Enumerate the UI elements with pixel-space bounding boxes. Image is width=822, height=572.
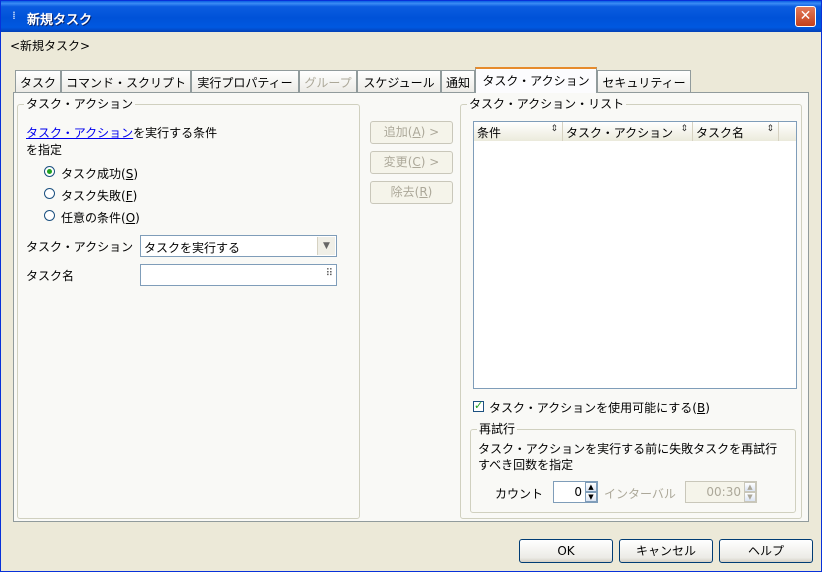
action-select-value: タスクを実行する xyxy=(144,241,241,255)
tab-execution-properties[interactable]: 実行プロパティー xyxy=(191,70,299,92)
dialog-window: ⁞ 新規タスク ✕ <新規タスク> タスク コマンド・スクリプト 実行プロパティ… xyxy=(0,0,822,572)
action-label: タスク・アクション xyxy=(26,240,134,254)
spin-down-icon[interactable]: ▼ xyxy=(585,492,597,502)
radio-task-failure-control[interactable] xyxy=(44,188,55,199)
sort-icon: ⇕ xyxy=(766,124,774,134)
interval-spinner-buttons[interactable]: ▲ ▼ xyxy=(744,482,756,504)
retry-group: 再試行 タスク・アクションを実行する前に失敗タスクを再試行 すべき回数を指定 カ… xyxy=(470,422,796,513)
action-select[interactable]: タスクを実行する ▼ xyxy=(140,235,337,257)
sort-icon: ⇕ xyxy=(680,124,688,134)
spin-up-icon[interactable]: ▲ xyxy=(585,482,597,492)
spin-down-icon[interactable]: ▼ xyxy=(744,492,756,502)
add-button[interactable]: 追加(A) > xyxy=(370,121,453,144)
task-name-input[interactable]: ⠿ xyxy=(140,264,337,286)
tab-schedule[interactable]: スケジュール xyxy=(357,70,441,92)
browse-icon[interactable]: ⠿ xyxy=(326,268,333,279)
tab-group[interactable]: グループ xyxy=(299,70,357,92)
close-icon: ✕ xyxy=(799,8,812,24)
enable-task-action-check[interactable] xyxy=(473,399,484,412)
tab-task-action[interactable]: タスク・アクション xyxy=(475,67,597,93)
task-action-group-legend: タスク・アクション xyxy=(24,97,136,111)
tab-task[interactable]: タスク xyxy=(15,70,61,92)
tab-notification[interactable]: 通知 xyxy=(441,70,475,92)
interval-label: インターバル xyxy=(604,487,676,501)
tab-command-script[interactable]: コマンド・スクリプト xyxy=(61,70,191,92)
column-header-condition[interactable]: 条件 ⇕ xyxy=(474,122,563,141)
remove-button[interactable]: 除去(R) xyxy=(370,181,453,204)
sort-icon: ⇕ xyxy=(550,124,558,134)
change-button[interactable]: 変更(C) > xyxy=(370,151,453,174)
chevron-down-icon[interactable]: ▼ xyxy=(317,237,335,255)
task-action-help-link[interactable]: タスク・アクション xyxy=(26,126,133,140)
spin-up-icon[interactable]: ▲ xyxy=(744,482,756,492)
tab-panel: タスク・アクション タスク・アクションを実行する条件 を指定 タスク成功(S) … xyxy=(13,92,809,522)
window-title: 新規タスク xyxy=(27,13,93,28)
task-action-list-legend: タスク・アクション・リスト xyxy=(467,97,627,111)
radio-task-success-control[interactable] xyxy=(44,166,55,177)
radio-any-condition-control[interactable] xyxy=(44,210,55,221)
condition-description: タスク・アクションを実行する条件 を指定 xyxy=(26,126,218,157)
retry-legend: 再試行 xyxy=(477,422,518,436)
close-button[interactable]: ✕ xyxy=(795,6,816,27)
title-bar[interactable]: ⁞ 新規タスク ✕ xyxy=(1,1,821,32)
task-action-group: タスク・アクション タスク・アクションを実行する条件 を指定 タスク成功(S) … xyxy=(17,97,360,519)
ok-button[interactable]: OK xyxy=(519,539,613,563)
count-label: カウント xyxy=(495,487,544,501)
task-action-list-group: タスク・アクション・リスト 条件⇕ タスク・アクション⇕ タスク名⇕ タスク・ア… xyxy=(460,97,802,519)
retry-description: タスク・アクションを実行する前に失敗タスクを再試行 すべき回数を指定 xyxy=(478,442,778,472)
count-spinner[interactable]: 0 ▲ ▼ xyxy=(553,481,598,503)
app-icon: ⁞ xyxy=(12,9,16,22)
column-header-task-name[interactable]: タスク名 ⇕ xyxy=(693,122,779,141)
tab-security[interactable]: セキュリティー xyxy=(597,70,691,92)
task-name-label: タスク名 xyxy=(26,269,75,283)
help-button[interactable]: ヘルプ xyxy=(719,539,813,563)
dialog-subtitle: <新規タスク> xyxy=(10,39,91,53)
interval-spinner[interactable]: 00:30 ▲ ▼ xyxy=(685,481,757,503)
cancel-button[interactable]: キャンセル xyxy=(619,539,713,563)
column-header-filler xyxy=(779,122,796,141)
task-action-list[interactable]: 条件 ⇕ タスク・アクション ⇕ タスク名 ⇕ xyxy=(473,121,797,389)
column-header-task-action[interactable]: タスク・アクション ⇕ xyxy=(563,122,693,141)
count-spinner-buttons[interactable]: ▲ ▼ xyxy=(585,482,597,504)
